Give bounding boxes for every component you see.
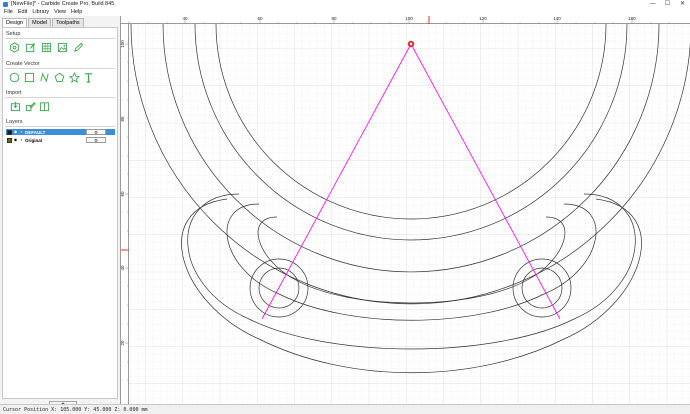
layer-name: DEFAULT — [25, 129, 46, 135]
layer-row-default[interactable]: ◉ ▪ DEFAULT ⚙ — [6, 129, 115, 135]
minimize-button[interactable]: — — [645, 0, 660, 8]
horizontal-ruler: 40 60 80 100 120 140 160 — [121, 16, 690, 24]
vector-drawing[interactable] — [129, 24, 690, 404]
ruler-y-label: 60 — [121, 191, 125, 197]
layer-color-swatch[interactable] — [7, 137, 12, 143]
polygon-icon — [54, 72, 64, 82]
text-tool[interactable] — [82, 71, 94, 83]
window-title: [NewFile]* - Carbide Create Pro, Build 8… — [11, 1, 115, 7]
job-setup-icon — [9, 41, 19, 53]
cursor-position: Cursor Position X: 105.000 Y: 45.000 Z: … — [3, 407, 148, 413]
app-icon — [3, 1, 8, 7]
ruler-x-label: 160 — [628, 16, 636, 21]
eye-icon[interactable]: ◉ — [13, 138, 18, 142]
layer-row-original[interactable]: ◉ ▪ Original ⚙ — [6, 137, 115, 143]
menu-library[interactable]: Library — [32, 9, 49, 15]
start-point-center — [409, 42, 413, 46]
image-icon — [57, 42, 67, 52]
import-vector-button[interactable] — [9, 100, 21, 112]
vertical-ruler: 100 80 60 40 20 — [121, 24, 129, 404]
lock-icon[interactable]: ▪ — [19, 138, 24, 142]
curve-icon — [39, 72, 49, 82]
menu-help[interactable]: Help — [71, 9, 82, 15]
layer-color-swatch[interactable] — [7, 129, 12, 135]
edit-icon — [25, 42, 35, 52]
divider — [5, 126, 115, 127]
import-bitmap-icon — [25, 101, 36, 111]
close-button[interactable]: ✕ — [675, 0, 690, 8]
star-icon — [68, 71, 80, 83]
ruler-x-label: 120 — [479, 16, 487, 21]
menu-edit[interactable]: Edit — [18, 9, 27, 15]
design-canvas[interactable] — [129, 24, 690, 404]
rectangle-icon — [24, 72, 34, 82]
import-vector-icon — [10, 101, 20, 111]
pencil-icon — [73, 42, 83, 52]
ruler-scale: 40 60 80 100 120 140 160 — [128, 16, 670, 24]
gear-icon[interactable]: ⚙ — [86, 137, 106, 143]
image-button[interactable] — [56, 41, 68, 53]
window-controls: — ☐ ✕ — [645, 0, 690, 8]
ruler-y-label: 80 — [121, 116, 125, 122]
menu-view[interactable]: View — [54, 9, 66, 15]
ruler-scale: 100 80 60 40 20 — [121, 40, 129, 381]
left-panel: Design Model Toolpaths Setup Create Vect… — [0, 16, 121, 408]
title-bar: [NewFile]* - Carbide Create Pro, Build 8… — [0, 0, 690, 8]
maximize-button[interactable]: ☐ — [660, 0, 675, 8]
menu-bar: File Edit Library View Help — [0, 8, 690, 16]
text-icon — [84, 72, 92, 83]
ruler-x-label: 80 — [331, 16, 337, 21]
import-bitmap-button[interactable] — [24, 100, 36, 112]
divider — [5, 97, 115, 98]
job-setup-button[interactable] — [8, 41, 20, 53]
edit-button[interactable] — [24, 41, 36, 53]
menu-file[interactable]: File — [4, 9, 13, 15]
status-bar: Cursor Position X: 105.000 Y: 45.000 Z: … — [0, 404, 690, 414]
ruler-y-label: 40 — [121, 265, 125, 271]
ruler-y-label: 100 — [121, 40, 125, 48]
tab-bar: Design Model Toolpaths — [2, 18, 85, 28]
curve-tool[interactable] — [38, 71, 50, 83]
import-model-icon — [39, 101, 49, 111]
section-layers-label: Layers — [6, 119, 23, 125]
divider — [5, 38, 115, 39]
section-import-label: Import — [6, 90, 22, 96]
ruler-x-label: 100 — [405, 16, 413, 21]
lock-icon[interactable]: ▪ — [19, 130, 24, 134]
import-model-button[interactable] — [38, 100, 50, 112]
canvas-grid — [129, 24, 690, 404]
circle-tool[interactable] — [8, 71, 20, 83]
section-create-vector-label: Create Vector — [6, 61, 40, 67]
tab-toolpaths[interactable]: Toolpaths — [52, 18, 84, 27]
pencil-button[interactable] — [72, 41, 84, 53]
circle-icon — [9, 72, 19, 82]
gear-icon[interactable]: ⚙ — [86, 129, 106, 135]
rectangle-tool[interactable] — [23, 71, 35, 83]
grid-button[interactable] — [40, 41, 52, 53]
polygon-tool[interactable] — [53, 71, 65, 83]
design-panel: Setup Create Vector Import Layers ◉ ▪ DE… — [2, 27, 118, 408]
layer-name: Original — [25, 137, 43, 143]
eye-icon[interactable]: ◉ — [13, 130, 18, 134]
tab-model[interactable]: Model — [28, 18, 52, 27]
ruler-y-label: 20 — [121, 340, 125, 346]
ruler-x-label: 140 — [553, 16, 561, 21]
ruler-x-label: 60 — [257, 16, 263, 21]
section-setup-label: Setup — [6, 31, 21, 37]
star-tool[interactable] — [68, 71, 80, 83]
ruler-x-label: 40 — [182, 16, 188, 21]
grid-icon — [41, 42, 51, 52]
divider — [5, 68, 115, 69]
